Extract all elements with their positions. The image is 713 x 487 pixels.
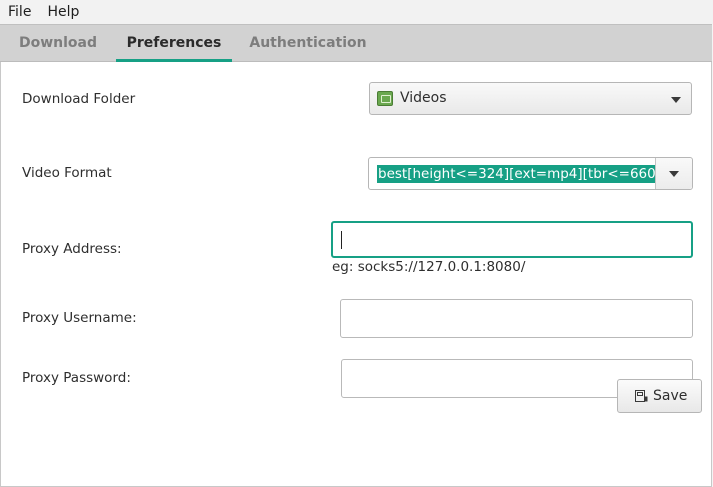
download-folder-select[interactable]: Videos [369, 82, 692, 115]
download-folder-value: Videos [400, 90, 447, 106]
tab-bar: Download Preferences Authentication [0, 24, 712, 62]
proxy-password-label: Proxy Password: [22, 370, 131, 386]
tab-download[interactable]: Download [10, 25, 106, 62]
video-format-combo[interactable]: best[height<=324][ext=mp4][tbr<=660] [368, 157, 693, 190]
proxy-address-input[interactable] [331, 221, 693, 258]
chevron-down-icon [669, 171, 679, 177]
save-icon [635, 390, 648, 402]
proxy-address-label: Proxy Address: [22, 241, 122, 257]
save-button[interactable]: Save [617, 379, 702, 413]
proxy-username-input[interactable] [340, 299, 693, 338]
video-format-input[interactable]: best[height<=324][ext=mp4][tbr<=660] [377, 165, 662, 183]
menu-bar: File Help [0, 0, 713, 24]
proxy-username-label: Proxy Username: [22, 310, 137, 326]
tab-authentication[interactable]: Authentication [240, 25, 376, 62]
folder-videos-icon [377, 91, 393, 106]
video-format-dropdown-button[interactable] [655, 158, 692, 189]
menu-help[interactable]: Help [39, 0, 87, 24]
text-cursor [341, 231, 342, 249]
proxy-address-hint: eg: socks5://127.0.0.1:8080/ [332, 259, 526, 275]
save-label: Save [653, 388, 688, 404]
video-format-label: Video Format [22, 165, 112, 181]
tab-preferences[interactable]: Preferences [116, 25, 232, 62]
chevron-down-icon [671, 97, 681, 103]
download-folder-label: Download Folder [22, 91, 136, 107]
preferences-panel: Download Folder Videos Video Format best… [0, 62, 712, 487]
menu-file[interactable]: File [0, 0, 39, 24]
